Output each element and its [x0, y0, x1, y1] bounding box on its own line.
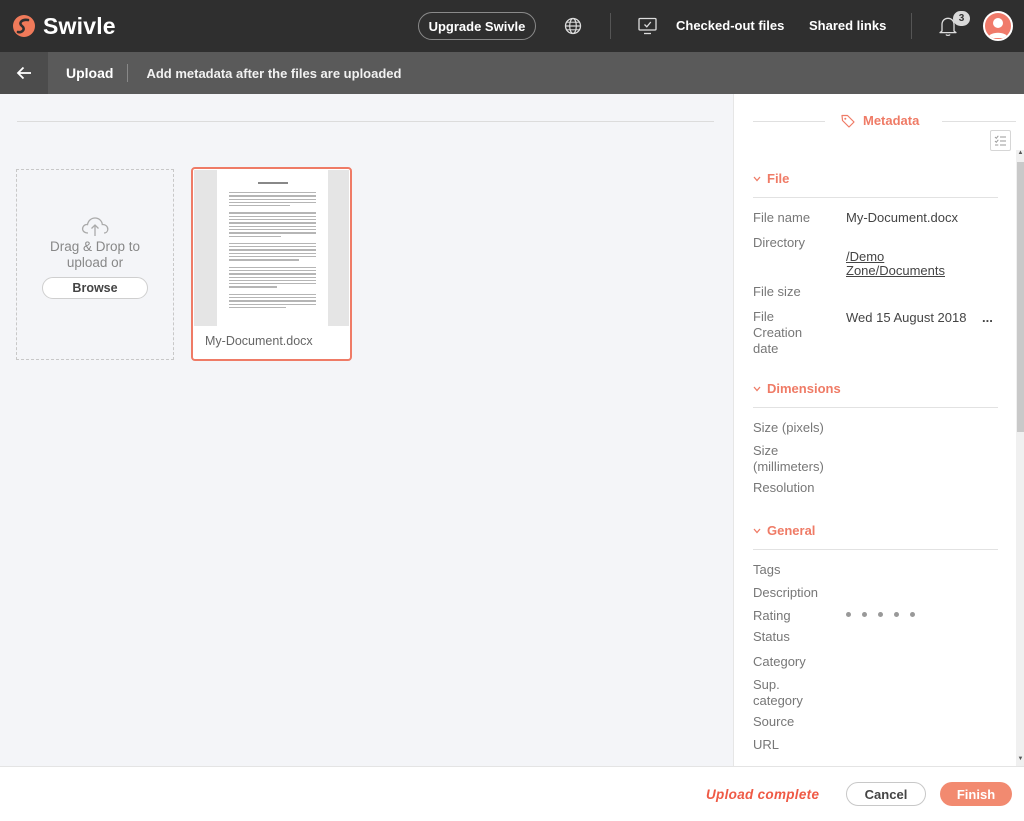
section-dimensions-title: Dimensions [767, 381, 841, 396]
creation-date-value[interactable]: Wed 15 August 2018 [846, 310, 966, 326]
chevron-down-icon [753, 528, 761, 533]
file-name: My-Document.docx [205, 334, 313, 348]
rating-dot[interactable] [862, 612, 867, 617]
size-pixels-label: Size (pixels) [753, 420, 824, 435]
arrow-left-icon [16, 66, 31, 80]
directory-link-line2[interactable]: Zone/Documents [846, 263, 945, 279]
finish-button[interactable]: Finish [940, 782, 1012, 806]
user-icon [988, 18, 1008, 38]
metadata-heading-label: Metadata [863, 113, 920, 128]
section-dimensions-toggle[interactable]: Dimensions [753, 381, 841, 396]
size-mm-label-line1: Size [753, 443, 779, 458]
rating-dot[interactable] [846, 612, 851, 617]
file-name-label: File name [753, 210, 811, 225]
rating-dot[interactable] [910, 612, 915, 617]
upgrade-button[interactable]: Upgrade Swivle [418, 12, 536, 40]
document-thumbnail [194, 170, 349, 326]
creation-date-label-line3: date [753, 341, 779, 356]
top-bar: Swivle Upgrade Swivle Checked-out files … [0, 0, 1024, 52]
sup-category-label-line1: Sup. [753, 677, 780, 692]
creation-date-label-line1: File [753, 309, 774, 324]
divider [753, 121, 825, 122]
tag-icon [841, 114, 855, 128]
size-mm-label-line2: (millimeters) [753, 459, 824, 474]
status-label: Status [753, 629, 790, 644]
section-general-toggle[interactable]: General [753, 523, 815, 538]
file-name-value[interactable]: My-Document.docx [846, 210, 958, 226]
tags-label: Tags [753, 562, 781, 577]
footer: Upload complete Cancel Finish [0, 766, 1024, 821]
file-size-label: File size [753, 284, 801, 299]
rating-label: Rating [753, 608, 791, 623]
section-general-title: General [767, 523, 816, 538]
file-card[interactable]: My-Document.docx [191, 167, 352, 361]
divider [610, 13, 611, 39]
divider [753, 197, 998, 198]
checked-out-files-link[interactable]: Checked-out files [676, 18, 784, 33]
rating-dot[interactable] [894, 612, 899, 617]
metadata-panel: Metadata ▲ ▼ File File name My-Document.… [733, 94, 1024, 766]
notification-badge: 3 [953, 11, 970, 26]
browse-button[interactable]: Browse [42, 277, 148, 299]
divider [753, 549, 998, 550]
resolution-label: Resolution [753, 480, 815, 495]
divider [942, 121, 1016, 122]
section-file-toggle[interactable]: File [753, 171, 789, 186]
source-label: Source [753, 714, 795, 729]
monitor-check-icon [638, 17, 657, 35]
creation-date-label-line2: Creation [753, 325, 803, 340]
category-label: Category [753, 654, 806, 669]
scroll-up-arrow-icon[interactable]: ▲ [1017, 150, 1024, 158]
divider [17, 121, 714, 122]
upload-status: Upload complete [706, 787, 820, 802]
section-file-title: File [767, 171, 790, 186]
chevron-down-icon [753, 176, 761, 181]
sup-category-label-line2: category [753, 693, 803, 708]
avatar[interactable] [983, 11, 1013, 41]
document-page-preview [217, 170, 328, 326]
divider [753, 407, 998, 408]
app-name: Swivle [43, 12, 116, 39]
divider [127, 64, 129, 82]
panel-scrollbar[interactable]: ▲ ▼ [1016, 150, 1024, 766]
field-settings-button[interactable] [990, 130, 1011, 151]
cancel-button[interactable]: Cancel [846, 782, 926, 806]
upload-area: Drag & Drop to upload or Browse My-Docum… [0, 94, 733, 766]
rating-control[interactable] [846, 612, 926, 617]
scroll-down-arrow-icon[interactable]: ▼ [1017, 756, 1024, 764]
divider [911, 13, 912, 39]
creation-date-more[interactable]: ... [982, 310, 993, 326]
drop-zone-text: Drag & Drop to upload or [49, 239, 141, 270]
cloud-upload-icon [81, 217, 109, 236]
app-logo[interactable]: Swivle [12, 13, 116, 40]
back-button[interactable] [0, 52, 48, 94]
metadata-heading: Metadata [841, 113, 919, 128]
description-label: Description [753, 585, 819, 600]
sub-header: Upload Add metadata after the files are … [0, 52, 1024, 94]
swivle-logo-icon [13, 15, 35, 37]
shared-links-link[interactable]: Shared links [809, 18, 886, 33]
checklist-icon [994, 135, 1006, 146]
rating-dot[interactable] [878, 612, 883, 617]
scroll-thumb[interactable] [1017, 162, 1024, 432]
page-description: Add metadata after the files are uploade… [146, 65, 402, 81]
drop-zone[interactable]: Drag & Drop to upload or Browse [16, 169, 174, 360]
url-label: URL [753, 737, 780, 752]
chevron-down-icon [753, 386, 761, 391]
directory-label: Directory [753, 235, 806, 250]
globe-icon[interactable] [564, 17, 582, 35]
page-title: Upload [66, 65, 114, 81]
